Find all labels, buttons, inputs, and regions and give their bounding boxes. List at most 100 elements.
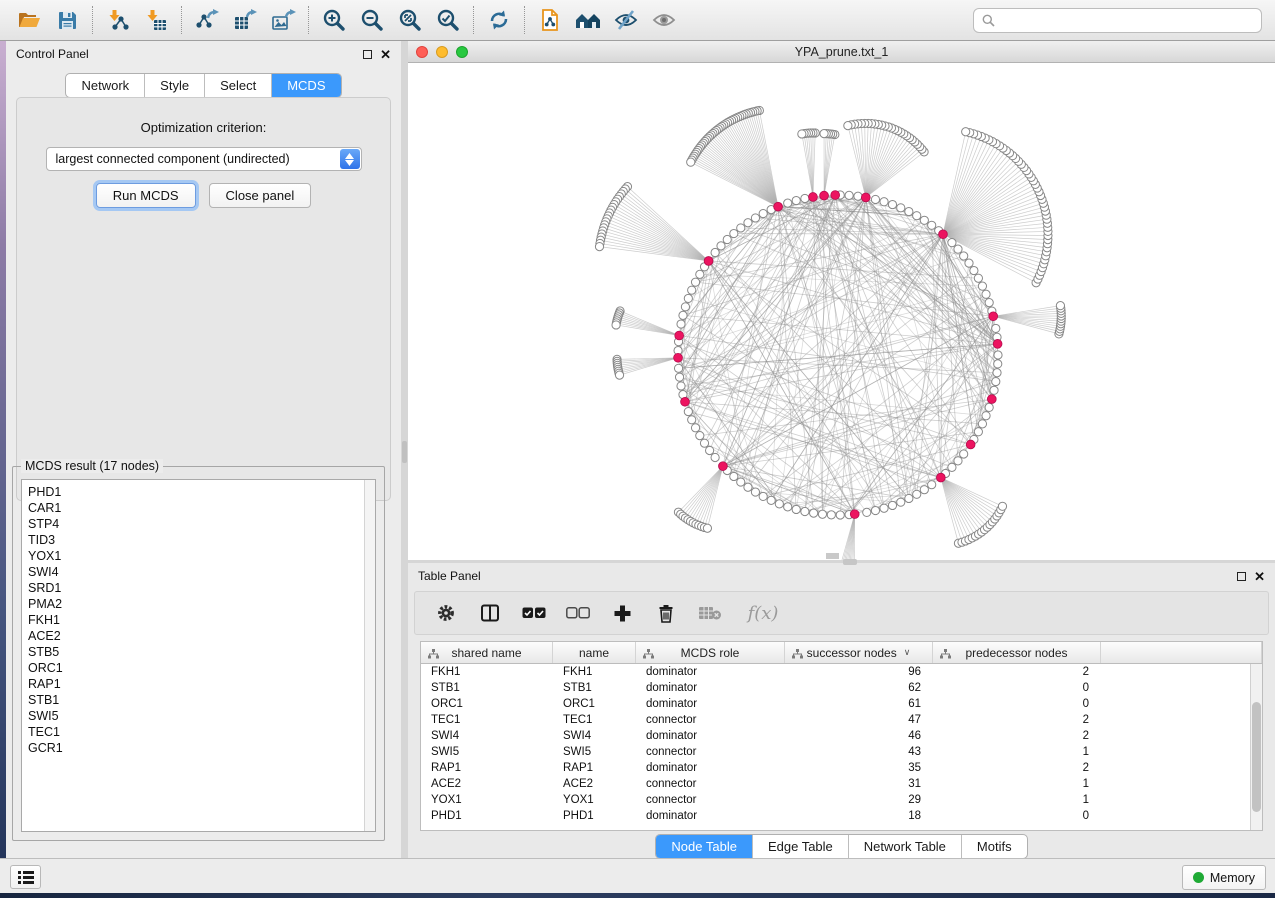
dominator-node[interactable] <box>993 339 1002 348</box>
column-header-shared-name[interactable]: shared name <box>421 642 553 663</box>
float-table-panel-icon[interactable] <box>1237 572 1246 581</box>
network-node[interactable] <box>687 158 695 166</box>
tab-mcds[interactable]: MCDS <box>272 74 340 97</box>
network-node[interactable] <box>998 502 1006 510</box>
table-row[interactable]: RAP1RAP1dominator352 <box>421 760 1250 776</box>
first-neighbors-icon[interactable] <box>569 3 607 37</box>
network-node[interactable] <box>730 229 738 237</box>
network-node[interactable] <box>970 266 978 274</box>
mcds-result-item[interactable]: RAP1 <box>22 676 375 692</box>
network-node[interactable] <box>880 504 888 512</box>
table-row[interactable]: STB1STB1dominator620 <box>421 680 1250 696</box>
share-document-icon[interactable] <box>531 3 569 37</box>
network-node[interactable] <box>711 453 719 461</box>
table-row[interactable]: ACE2ACE2connector311 <box>421 776 1250 792</box>
network-node[interactable] <box>974 274 982 282</box>
network-node[interactable] <box>751 488 759 496</box>
dominator-node[interactable] <box>939 230 948 239</box>
network-node[interactable] <box>827 511 835 519</box>
network-node[interactable] <box>962 128 970 136</box>
network-node[interactable] <box>674 364 682 372</box>
dominator-node[interactable] <box>936 473 945 482</box>
network-node[interactable] <box>612 321 620 329</box>
tab-network-table[interactable]: Network Table <box>849 835 962 858</box>
network-node[interactable] <box>954 457 962 465</box>
table-row[interactable]: TEC1TEC1connector472 <box>421 712 1250 728</box>
network-node[interactable] <box>920 486 928 494</box>
mcds-result-list[interactable]: PHD1CAR1STP4TID3YOX1SWI4SRD1PMA2FKH1ACE2… <box>21 479 376 832</box>
mcds-result-item[interactable]: STP4 <box>22 516 375 532</box>
tab-select[interactable]: Select <box>205 74 272 97</box>
mcds-result-item[interactable]: PHD1 <box>22 484 375 500</box>
network-node[interactable] <box>691 278 699 286</box>
network-node[interactable] <box>759 209 767 217</box>
dominator-node[interactable] <box>719 462 728 471</box>
dominator-node[interactable] <box>861 193 870 202</box>
network-node[interactable] <box>905 207 913 215</box>
mcds-result-item[interactable]: TID3 <box>22 532 375 548</box>
select-all-icon[interactable] <box>521 600 547 626</box>
network-node[interactable] <box>730 472 738 480</box>
optimization-dropdown[interactable]: largest connected component (undirected) <box>46 147 362 171</box>
tab-motifs[interactable]: Motifs <box>962 835 1027 858</box>
network-node[interactable] <box>684 294 692 302</box>
network-node[interactable] <box>871 506 879 514</box>
network-node[interactable] <box>928 221 936 229</box>
open-session-icon[interactable] <box>10 3 48 37</box>
network-node[interactable] <box>965 259 973 267</box>
float-panel-icon[interactable] <box>363 50 372 59</box>
network-node[interactable] <box>767 496 775 504</box>
network-node[interactable] <box>717 242 725 250</box>
delete-column-trash-icon[interactable] <box>653 600 679 626</box>
network-node[interactable] <box>675 373 683 381</box>
dominator-node[interactable] <box>809 193 818 202</box>
network-node[interactable] <box>677 382 685 390</box>
dominator-node[interactable] <box>987 395 996 404</box>
network-node[interactable] <box>679 311 687 319</box>
network-node[interactable] <box>801 507 809 515</box>
search-field[interactable] <box>973 8 1262 33</box>
network-node[interactable] <box>978 420 986 428</box>
network-node[interactable] <box>836 511 844 519</box>
zoom-in-icon[interactable] <box>315 3 353 37</box>
network-window-titlebar[interactable]: YPA_prune.txt_1 <box>408 41 1275 63</box>
network-node[interactable] <box>854 192 862 200</box>
tab-node-table[interactable]: Node Table <box>656 835 753 858</box>
network-node[interactable] <box>700 439 708 447</box>
network-node[interactable] <box>928 481 936 489</box>
network-node[interactable] <box>985 299 993 307</box>
network-node[interactable] <box>897 498 905 506</box>
network-node[interactable] <box>844 122 852 130</box>
column-header-successor-nodes[interactable]: successor nodes∨ <box>785 642 933 663</box>
network-node[interactable] <box>913 212 921 220</box>
dominator-node[interactable] <box>681 397 690 406</box>
column-header-MCDS-role[interactable]: MCDS role <box>636 642 785 663</box>
network-node[interactable] <box>691 424 699 432</box>
network-node[interactable] <box>703 524 711 532</box>
network-node[interactable] <box>990 386 998 394</box>
mcds-result-item[interactable]: FKH1 <box>22 612 375 628</box>
run-mcds-button[interactable]: Run MCDS <box>96 183 196 208</box>
network-node[interactable] <box>993 369 1001 377</box>
zoom-selected-icon[interactable] <box>429 3 467 37</box>
network-node[interactable] <box>994 351 1002 359</box>
node-table[interactable]: shared namenameMCDS rolesuccessor nodes∨… <box>420 641 1263 831</box>
network-node[interactable] <box>948 239 956 247</box>
zoom-fit-icon[interactable] <box>391 3 429 37</box>
mcds-result-item[interactable]: CAR1 <box>22 500 375 516</box>
dominator-node[interactable] <box>850 510 859 519</box>
network-node[interactable] <box>737 478 745 486</box>
export-table-icon[interactable] <box>226 3 264 37</box>
task-history-button[interactable] <box>10 865 41 889</box>
refresh-layout-icon[interactable] <box>480 3 518 37</box>
network-node[interactable] <box>820 130 828 138</box>
network-node[interactable] <box>948 463 956 471</box>
add-column-icon[interactable] <box>609 600 635 626</box>
network-node[interactable] <box>744 483 752 491</box>
table-row[interactable]: SWI5SWI5connector431 <box>421 744 1250 760</box>
network-node[interactable] <box>798 130 806 138</box>
network-node[interactable] <box>737 224 745 232</box>
mcds-result-item[interactable]: GCR1 <box>22 740 375 756</box>
close-table-panel-icon[interactable]: ✕ <box>1254 572 1265 581</box>
import-network-icon[interactable] <box>99 3 137 37</box>
